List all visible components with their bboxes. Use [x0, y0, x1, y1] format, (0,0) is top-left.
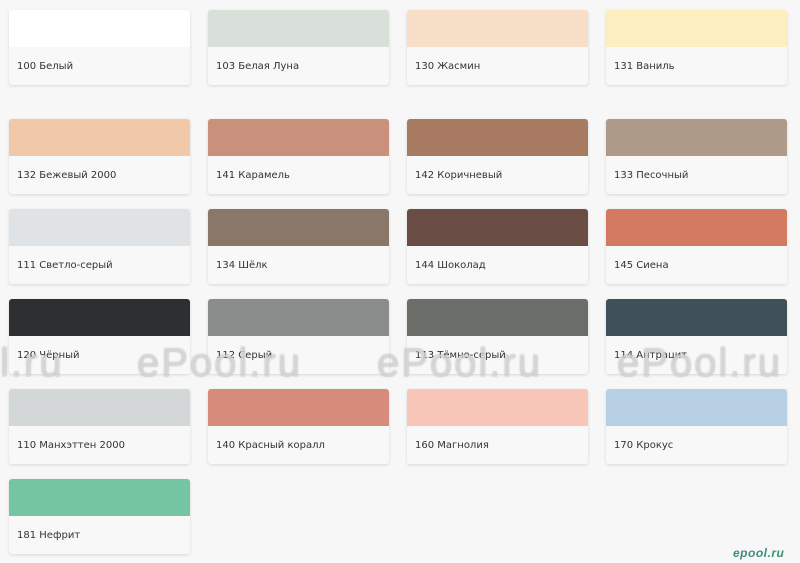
color-swatch: [606, 119, 787, 156]
color-label: 144 Шоколад: [415, 260, 486, 271]
color-label: 131 Ваниль: [614, 61, 675, 72]
color-swatch: [208, 10, 389, 47]
color-card[interactable]: 142 Коричневый: [407, 119, 588, 194]
color-label: 134 Шёлк: [216, 260, 268, 271]
color-swatch: [208, 209, 389, 246]
color-card[interactable]: 181 Нефрит: [9, 479, 190, 554]
color-card[interactable]: 140 Красный коралл: [208, 389, 389, 464]
color-label: 103 Белая Луна: [216, 61, 300, 72]
color-swatch: [9, 10, 190, 47]
color-swatch: [208, 389, 389, 426]
color-card[interactable]: 145 Сиена: [606, 209, 787, 284]
color-card[interactable]: 103 Белая Луна: [208, 10, 389, 85]
color-label: 130 Жасмин: [415, 61, 481, 72]
color-label: 160 Магнолия: [415, 440, 489, 451]
color-label: 113 Тёмно-серый: [415, 350, 506, 361]
color-card[interactable]: 110 Манхэттен 2000: [9, 389, 190, 464]
color-card[interactable]: 133 Песочный: [606, 119, 787, 194]
color-swatch: [407, 119, 588, 156]
color-swatch: [9, 389, 190, 426]
color-card[interactable]: 144 Шоколад: [407, 209, 588, 284]
color-label: 181 Нефрит: [17, 530, 81, 541]
color-label: 100 Белый: [17, 61, 74, 72]
color-label: 132 Бежевый 2000: [17, 170, 117, 181]
color-swatch: [407, 10, 588, 47]
color-card[interactable]: 130 Жасмин: [407, 10, 588, 85]
color-label: 114 Антрацит: [614, 350, 688, 361]
color-swatch: [606, 299, 787, 336]
color-label: 112 Серый: [216, 350, 273, 361]
color-label: 140 Красный коралл: [216, 440, 325, 451]
color-card[interactable]: 170 Крокус: [606, 389, 787, 464]
color-label: 141 Карамель: [216, 170, 290, 181]
color-label: 145 Сиена: [614, 260, 669, 271]
color-swatch: [208, 299, 389, 336]
color-label: 111 Светло-серый: [17, 260, 113, 271]
color-card[interactable]: 131 Ваниль: [606, 10, 787, 85]
color-label: 110 Манхэттен 2000: [17, 440, 125, 451]
color-swatch: [606, 389, 787, 426]
color-card[interactable]: 100 Белый: [9, 10, 190, 85]
color-swatch: [9, 119, 190, 156]
color-swatch: [9, 209, 190, 246]
color-card[interactable]: 141 Карамель: [208, 119, 389, 194]
color-swatch: [407, 389, 588, 426]
color-card[interactable]: 113 Тёмно-серый: [407, 299, 588, 374]
color-swatch: [606, 209, 787, 246]
site-logo: epool.ru: [733, 546, 785, 560]
color-card[interactable]: 132 Бежевый 2000: [9, 119, 190, 194]
color-swatch: [407, 209, 588, 246]
color-label: 170 Крокус: [614, 440, 674, 451]
color-card[interactable]: 120 Чёрный: [9, 299, 190, 374]
color-card[interactable]: 112 Серый: [208, 299, 389, 374]
color-card[interactable]: 111 Светло-серый: [9, 209, 190, 284]
color-label: 142 Коричневый: [415, 170, 503, 181]
color-swatch: [208, 119, 389, 156]
color-label: 133 Песочный: [614, 170, 689, 181]
color-card[interactable]: 160 Магнолия: [407, 389, 588, 464]
color-swatch: [9, 299, 190, 336]
color-card[interactable]: 134 Шёлк: [208, 209, 389, 284]
color-swatch: [9, 479, 190, 516]
color-palette-page: 100 Белый 103 Белая Луна 130 Жасмин 131 …: [0, 0, 800, 563]
color-label: 120 Чёрный: [17, 350, 80, 361]
color-swatch: [606, 10, 787, 47]
color-swatch: [407, 299, 588, 336]
color-card[interactable]: 114 Антрацит: [606, 299, 787, 374]
